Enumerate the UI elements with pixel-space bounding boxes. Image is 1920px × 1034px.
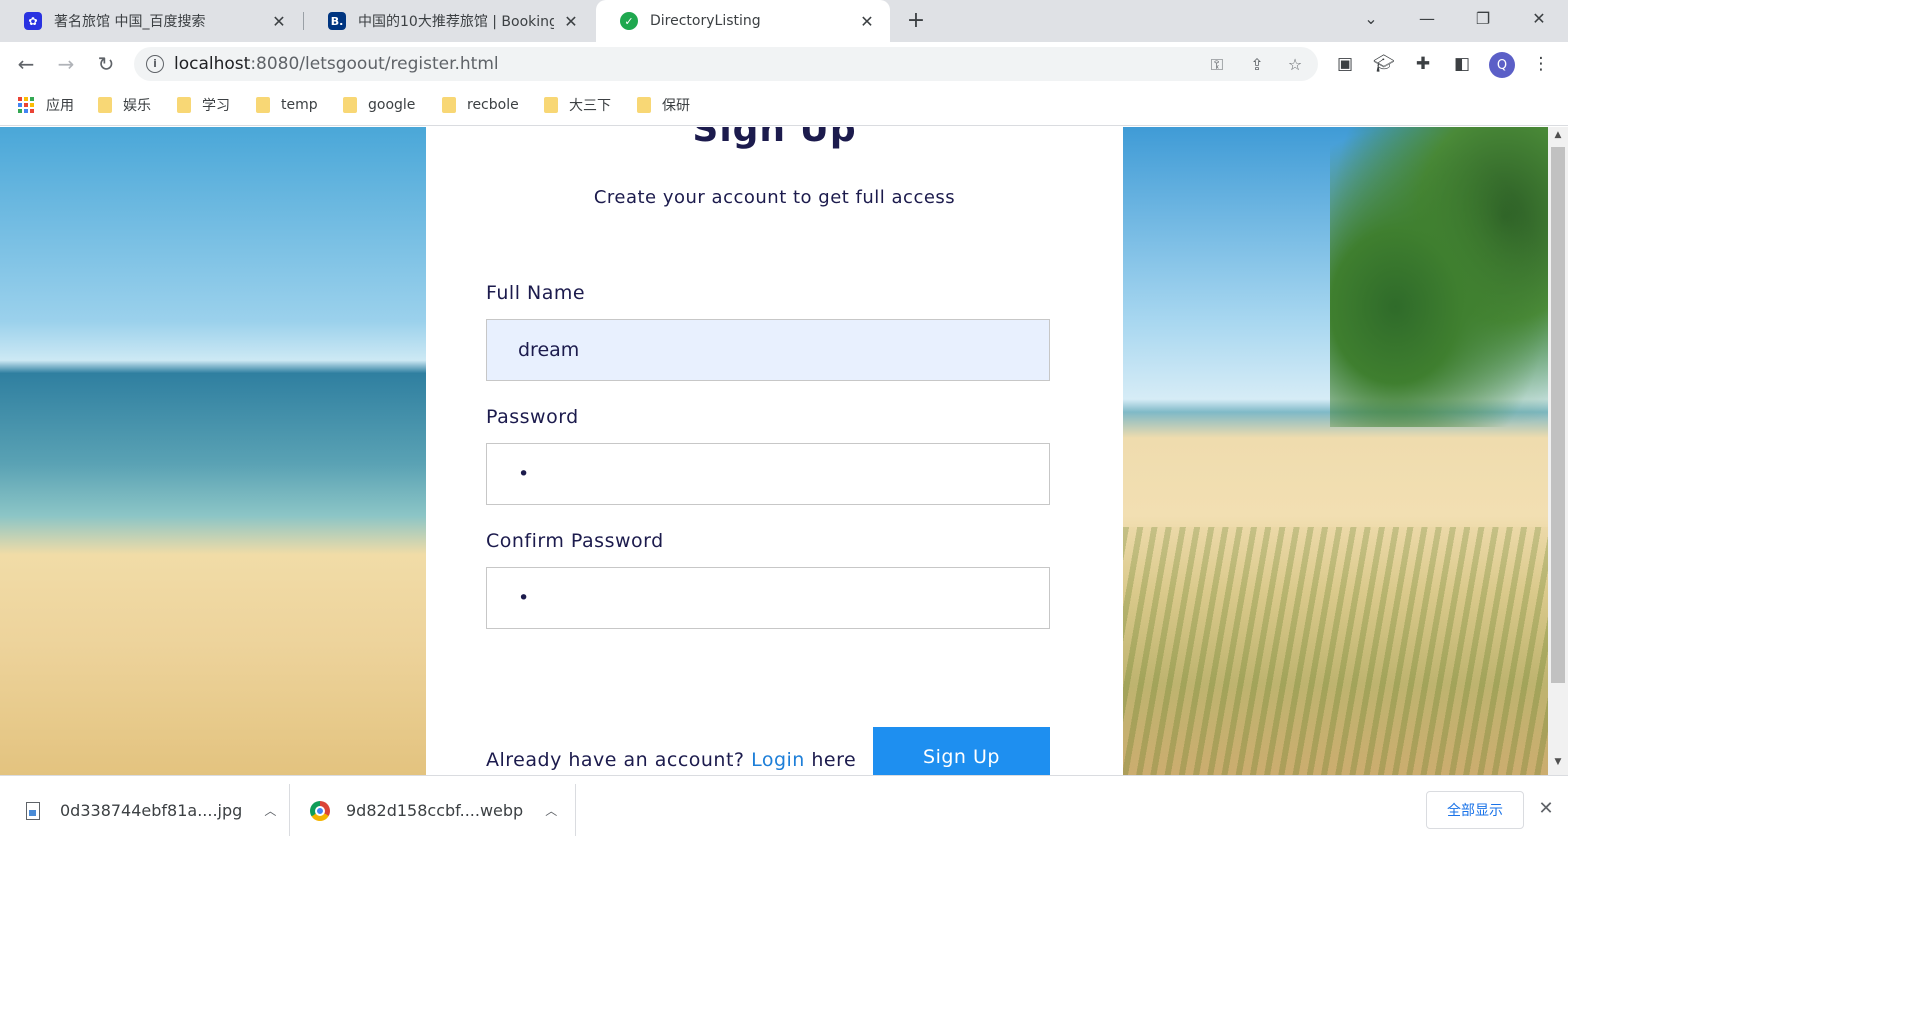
bookmark-label: temp [281,97,318,113]
image-file-icon [26,801,40,820]
close-icon[interactable]: ✕ [858,12,876,31]
folder-icon [256,97,270,113]
bookmark-apps[interactable]: 应用 [18,94,74,116]
new-tab-button[interactable]: + [902,6,930,34]
green-check-icon: ✓ [620,12,638,30]
download-item[interactable]: 9d82d158ccbf....webp ︿ [310,776,557,845]
baidu-paw-icon: ✿ [24,12,42,30]
login-prompt-text: Already have an account? [486,749,745,771]
window-close-icon[interactable]: ✕ [1511,0,1567,36]
tab-search-chevron-icon[interactable]: ⌄ [1343,0,1399,36]
share-icon[interactable]: ⇪ [1246,55,1268,75]
kebab-menu-icon[interactable]: ⋮ [1529,52,1553,76]
bookmark-folder[interactable]: 娱乐 [98,94,151,116]
bookmark-folder[interactable]: google [343,94,415,116]
graduation-cap-icon[interactable]: 🎓︎ [1372,52,1396,76]
page-title: Sign Up [692,127,857,150]
url-path: :8080/letsgoout/register.html [250,54,499,74]
folder-icon [544,97,558,113]
confirm-password-label: Confirm Password [486,530,664,552]
tab-title: 著名旅馆 中国_百度搜索 [54,14,206,30]
reload-icon[interactable]: ↻ [92,50,120,78]
forward-arrow-icon[interactable]: → [52,50,80,78]
address-bar[interactable]: i localhost:8080/letsgoout/register.html… [134,47,1318,81]
download-filename: 0d338744ebf81a....jpg [60,801,243,820]
tab-directorylisting[interactable]: ✓ DirectoryListing ✕ [596,0,890,42]
puzzle-extensions-icon[interactable]: ✚ [1411,52,1435,76]
bookmark-label: 娱乐 [123,98,151,114]
close-icon[interactable]: ✕ [270,12,288,31]
download-filename: 9d82d158ccbf....webp [346,801,524,820]
browser-toolbar: ← → ↻ i localhost:8080/letsgoout/registe… [0,42,1568,86]
back-arrow-icon[interactable]: ← [12,50,40,78]
confirm-password-input[interactable]: • [486,567,1050,629]
folder-icon [442,97,456,113]
folder-icon [177,97,191,113]
close-icon[interactable]: ✕ [562,12,580,31]
full-name-label: Full Name [486,282,586,304]
sign-up-button[interactable]: Sign Up [873,727,1050,775]
apps-grid-icon [18,97,34,113]
star-icon[interactable]: ☆ [1284,55,1306,75]
show-all-downloads-button[interactable]: 全部显示 [1426,791,1524,829]
profile-avatar[interactable]: Q [1489,52,1515,78]
password-input[interactable]: • [486,443,1050,505]
bookmark-folder[interactable]: 保研 [637,94,690,116]
minimize-icon[interactable]: — [1399,0,1455,36]
tab-title: 中国的10大推荐旅馆 | Booking.c [358,14,554,30]
tab-baidu[interactable]: ✿ 著名旅馆 中国_百度搜索 ✕ [0,0,302,42]
full-name-input[interactable]: dream [486,319,1050,381]
folder-icon [343,97,357,113]
bookmark-label: 大三下 [569,98,611,114]
beach-shrubs [1123,527,1548,775]
download-separator [289,784,290,836]
tab-strip: ✿ 著名旅馆 中国_百度搜索 ✕ B. 中国的10大推荐旅馆 | Booking… [0,0,1568,42]
bookmark-label: recbole [467,97,519,113]
login-link[interactable]: Login [751,749,805,771]
folder-icon [98,97,112,113]
login-prompt-suffix: here [811,749,857,771]
site-info-icon[interactable]: i [146,55,164,73]
signup-panel: Sign Up Create your account to get full … [426,127,1123,775]
download-bar: 0d338744ebf81a....jpg ︿ 9d82d158ccbf....… [0,775,1568,844]
bookmark-label: 保研 [662,98,690,114]
download-item[interactable]: 0d338744ebf81a....jpg ︿ [26,776,276,845]
palm-trees [1330,127,1548,427]
url-host: localhost [174,54,251,74]
beach-background-left [0,127,426,775]
login-prompt: Already have an account? Login here [486,749,856,771]
download-separator [575,784,576,836]
url-text[interactable]: localhost:8080/letsgoout/register.html [174,54,499,74]
side-panel-icon[interactable]: ◧ [1450,52,1474,76]
page-scrollbar[interactable]: ▲ ▼ [1548,127,1568,775]
chevron-up-icon[interactable]: ︿ [545,802,557,819]
chevron-up-icon[interactable]: ︿ [264,802,276,819]
page-viewport: Sign Up Create your account to get full … [0,127,1548,775]
page-subtitle: Create your account to get full access [593,187,956,208]
tab-booking[interactable]: B. 中国的10大推荐旅馆 | Booking.c ✕ [304,0,594,42]
bookmark-label: 应用 [46,98,74,114]
bookmark-folder[interactable]: 大三下 [544,94,611,116]
password-label: Password [486,406,579,428]
close-icon[interactable]: ✕ [1536,798,1556,822]
tab-title: DirectoryListing [650,13,761,29]
booking-b-icon: B. [328,12,346,30]
restore-icon[interactable]: ❐ [1455,0,1511,36]
bookmark-label: 学习 [202,98,230,114]
chrome-icon [310,800,330,821]
scroll-down-arrow-icon[interactable]: ▼ [1548,757,1568,773]
scrollbar-thumb[interactable] [1551,147,1565,683]
bookmark-folder[interactable]: temp [256,94,318,116]
extension-dark-icon[interactable]: ▣ [1333,52,1357,76]
bookmarks-bar: 应用 娱乐 学习 temp google recbole 大三下 保研 [0,86,1568,126]
bookmark-label: google [368,97,416,113]
folder-icon [637,97,651,113]
scroll-up-arrow-icon[interactable]: ▲ [1548,130,1568,146]
key-icon[interactable]: ⚿ [1206,55,1228,75]
bookmark-folder[interactable]: recbole [442,94,519,116]
bookmark-folder[interactable]: 学习 [177,94,230,116]
